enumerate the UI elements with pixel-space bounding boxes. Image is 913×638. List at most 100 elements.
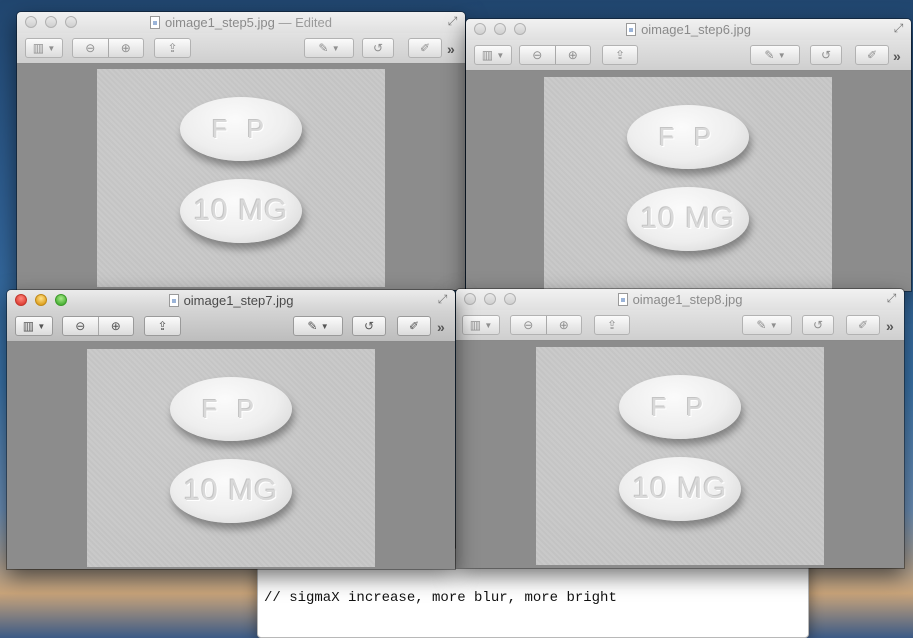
title-bar[interactable]: oimage1_step7.jpg ⤢ <box>7 290 455 311</box>
zoom-in-button[interactable]: ⊕ <box>107 39 144 57</box>
chevron-down-icon: ▼ <box>496 50 505 60</box>
sidebar-button[interactable]: ▥ ▼ <box>15 316 53 336</box>
chevron-down-icon: ▼ <box>47 43 56 53</box>
zoom-in-icon: ⊕ <box>110 319 121 333</box>
document-icon <box>626 23 637 36</box>
edit-toolbar-button[interactable]: ✐ <box>855 45 889 65</box>
toolbar: ▥ ▼ ⊖ ⊕ ⇪ ✎ ▼ ↺ ✐ » <box>466 40 911 71</box>
toolbar-overflow-button[interactable]: » <box>447 41 455 57</box>
zoom-out-button[interactable]: ⊖ <box>73 39 108 57</box>
zoom-in-icon: ⊕ <box>120 41 131 55</box>
chevron-down-icon: ▼ <box>777 50 786 60</box>
chevron-down-icon: ▼ <box>37 321 46 331</box>
document-icon <box>150 16 161 29</box>
edit-toolbar-icon: ✐ <box>857 318 869 332</box>
zoom-in-icon: ⊕ <box>567 48 578 62</box>
toolbar-overflow-button[interactable]: » <box>437 319 445 335</box>
title-bar[interactable]: oimage1_step6.jpg ⤢ <box>466 19 911 40</box>
share-icon: ⇪ <box>614 48 626 62</box>
pill-bottom: 10 MG <box>619 457 741 521</box>
toolbar-overflow-button[interactable]: » <box>893 48 901 64</box>
sidebar-icon: ▥ <box>22 319 35 333</box>
pill-bottom: 10 MG <box>170 459 292 523</box>
pill-photo: F P 10 MG <box>536 347 824 565</box>
sidebar-button[interactable]: ▥ ▼ <box>474 45 512 65</box>
edit-toolbar-icon: ✐ <box>419 41 431 55</box>
image-canvas: F P 10 MG <box>466 71 911 291</box>
fullscreen-icon[interactable]: ⤢ <box>885 292 898 305</box>
markup-pen-icon: ✎ <box>318 41 329 55</box>
edit-toolbar-button[interactable]: ✐ <box>846 315 880 335</box>
sidebar-icon: ▥ <box>469 318 482 332</box>
edit-toolbar-button[interactable]: ✐ <box>408 38 442 58</box>
sidebar-icon: ▥ <box>481 48 494 62</box>
rotate-icon: ↺ <box>363 319 375 333</box>
zoom-out-button[interactable]: ⊖ <box>520 46 555 64</box>
zoom-in-icon: ⊕ <box>558 318 569 332</box>
sidebar-button[interactable]: ▥ ▼ <box>462 315 500 335</box>
chevron-down-icon: ▼ <box>320 321 329 331</box>
image-canvas: F P 10 MG <box>17 64 465 290</box>
image-canvas: F P 10 MG <box>7 342 455 569</box>
pill-top: F P <box>627 105 749 169</box>
fullscreen-icon[interactable]: ⤢ <box>892 22 905 35</box>
edit-toolbar-icon: ✐ <box>866 48 878 62</box>
pill-top: F P <box>619 375 741 439</box>
rotate-icon: ↺ <box>820 48 832 62</box>
rotate-button[interactable]: ↺ <box>352 316 386 336</box>
zoom-segmented-control: ⊖ ⊕ <box>510 315 582 335</box>
zoom-segmented-control: ⊖ ⊕ <box>519 45 591 65</box>
zoom-out-icon: ⊖ <box>532 48 543 62</box>
toolbar: ▥ ▼ ⊖ ⊕ ⇪ ✎ ▼ ↺ ✐ » <box>7 311 455 342</box>
rotate-icon: ↺ <box>372 41 384 55</box>
toolbar-overflow-button[interactable]: » <box>886 318 894 334</box>
markup-button[interactable]: ✎ ▼ <box>293 316 343 336</box>
window-title: oimage1_step8.jpg <box>456 292 904 307</box>
markup-pen-icon: ✎ <box>756 318 767 332</box>
markup-button[interactable]: ✎ ▼ <box>304 38 354 58</box>
share-button[interactable]: ⇪ <box>602 45 638 65</box>
zoom-out-button[interactable]: ⊖ <box>63 317 98 335</box>
share-button[interactable]: ⇪ <box>154 38 191 58</box>
markup-button[interactable]: ✎ ▼ <box>742 315 792 335</box>
share-button[interactable]: ⇪ <box>144 316 181 336</box>
share-icon: ⇪ <box>606 318 618 332</box>
fullscreen-icon[interactable]: ⤢ <box>436 293 449 306</box>
share-icon: ⇪ <box>157 319 168 333</box>
pill-bottom: 10 MG <box>180 179 302 243</box>
pill-photo: F P 10 MG <box>544 77 832 291</box>
rotate-button[interactable]: ↺ <box>802 315 834 335</box>
pill-bottom: 10 MG <box>627 187 749 251</box>
chevron-down-icon: ▼ <box>769 320 778 330</box>
code-comment-line: // sigmaX increase, more blur, more brig… <box>264 590 617 606</box>
window-title: oimage1_step5.jpg — Edited <box>17 15 465 30</box>
share-button[interactable]: ⇪ <box>594 315 630 335</box>
pill-photo: F P 10 MG <box>87 349 375 567</box>
zoom-out-button[interactable]: ⊖ <box>511 316 546 334</box>
preview-window-step6[interactable]: oimage1_step6.jpg ⤢ ▥ ▼ ⊖ ⊕ ⇪ ✎ ▼ ↺ ✐ » … <box>466 19 911 291</box>
preview-window-step5[interactable]: oimage1_step5.jpg — Edited ⤢ ▥ ▼ ⊖ ⊕ ⇪ ✎… <box>17 12 465 290</box>
document-icon <box>168 294 179 307</box>
preview-window-step8[interactable]: oimage1_step8.jpg ⤢ ▥ ▼ ⊖ ⊕ ⇪ ✎ ▼ ↺ ✐ » … <box>456 289 904 568</box>
sidebar-button[interactable]: ▥ ▼ <box>25 38 63 58</box>
rotate-button[interactable]: ↺ <box>810 45 842 65</box>
markup-pen-icon: ✎ <box>764 48 775 62</box>
edit-toolbar-button[interactable]: ✐ <box>397 316 431 336</box>
rotate-button[interactable]: ↺ <box>362 38 394 58</box>
zoom-in-button[interactable]: ⊕ <box>554 46 591 64</box>
zoom-out-icon: ⊖ <box>85 41 96 55</box>
preview-window-step7[interactable]: oimage1_step7.jpg ⤢ ▥ ▼ ⊖ ⊕ ⇪ ✎ ▼ ↺ ✐ » … <box>7 290 455 569</box>
title-bar[interactable]: oimage1_step5.jpg — Edited ⤢ <box>17 12 465 33</box>
fullscreen-icon[interactable]: ⤢ <box>446 15 459 28</box>
pill-top: F P <box>180 97 302 161</box>
zoom-in-button[interactable]: ⊕ <box>545 316 582 334</box>
chevron-down-icon: ▼ <box>331 43 340 53</box>
chevron-down-icon: ▼ <box>484 320 493 330</box>
pill-top: F P <box>170 377 292 441</box>
markup-button[interactable]: ✎ ▼ <box>750 45 800 65</box>
zoom-in-button[interactable]: ⊕ <box>97 317 134 335</box>
edit-toolbar-icon: ✐ <box>408 319 420 333</box>
title-bar[interactable]: oimage1_step8.jpg ⤢ <box>456 289 904 310</box>
toolbar: ▥ ▼ ⊖ ⊕ ⇪ ✎ ▼ ↺ ✐ » <box>456 310 904 341</box>
toolbar: ▥ ▼ ⊖ ⊕ ⇪ ✎ ▼ ↺ ✐ » <box>17 33 465 64</box>
